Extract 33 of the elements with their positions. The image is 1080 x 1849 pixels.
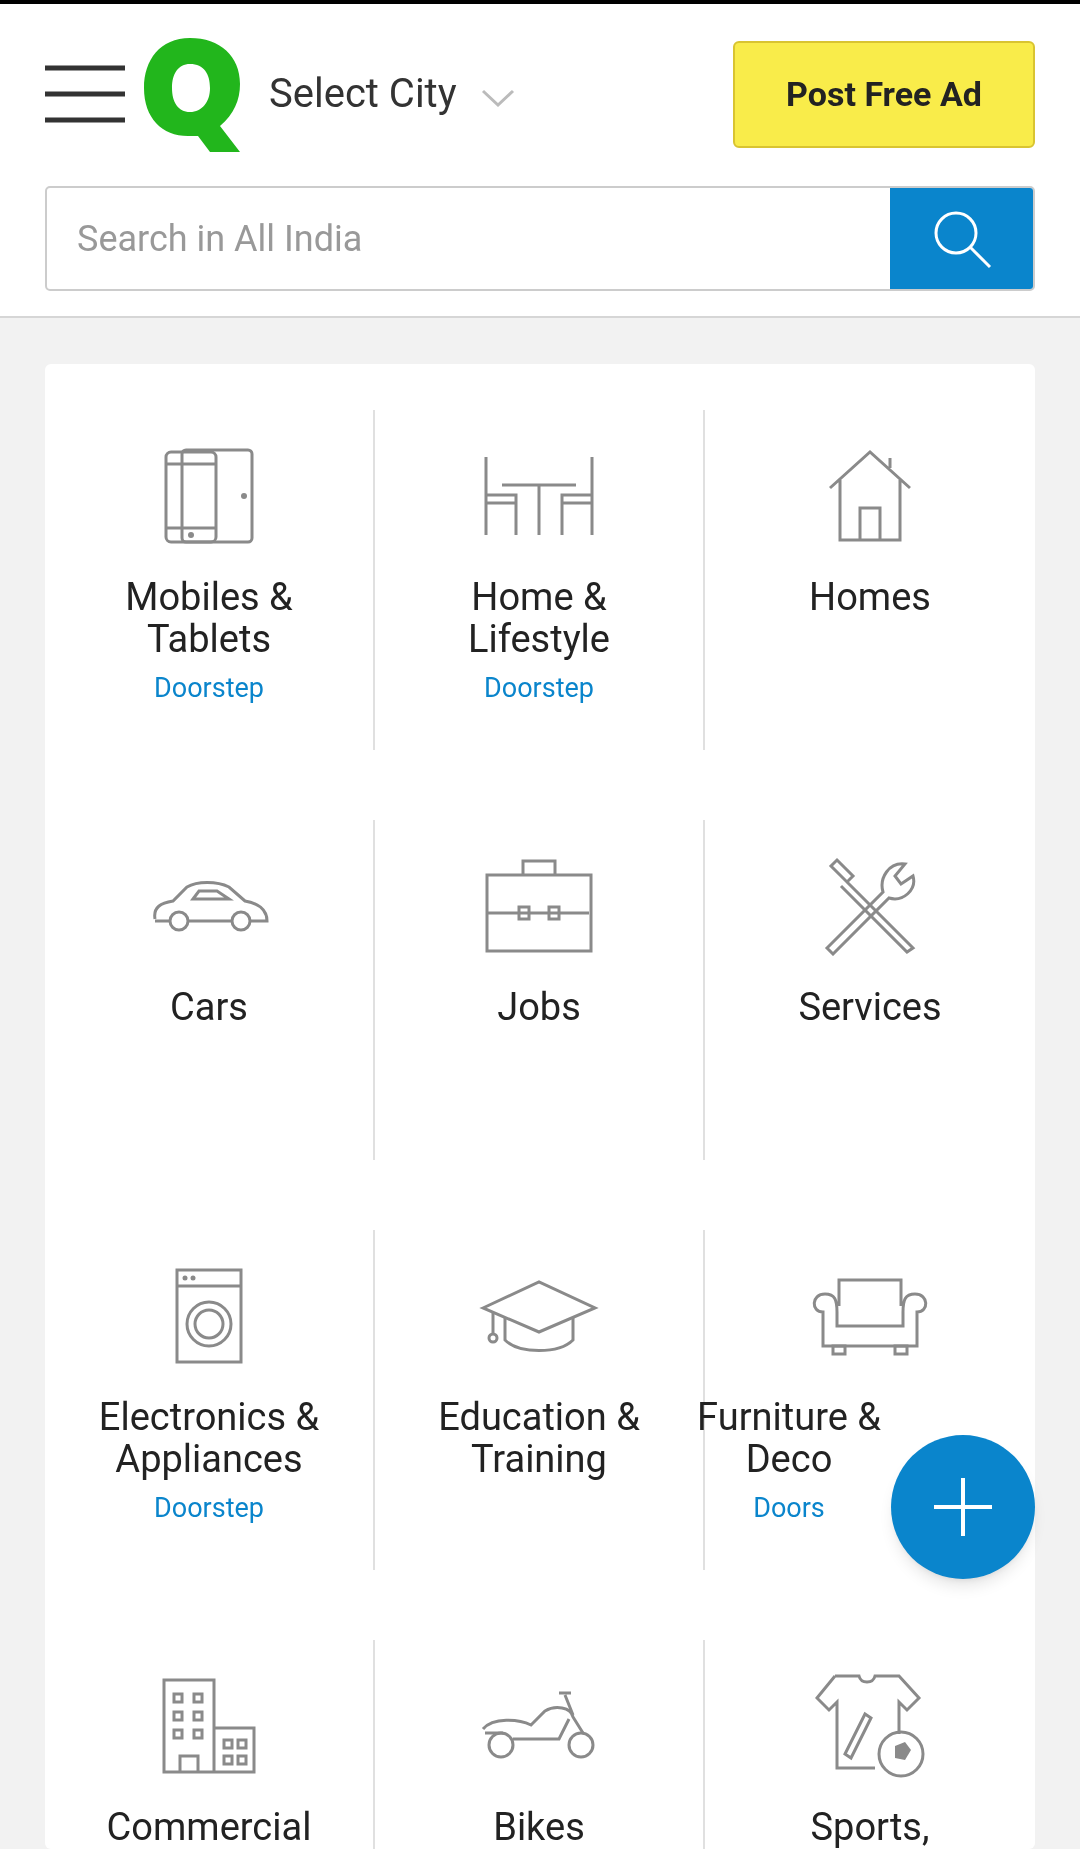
category-title[interactable]: Home & Lifestyle (404, 576, 674, 660)
doorstep-label: Doorstep (154, 1491, 264, 1526)
category-title[interactable]: Cars (74, 986, 344, 1028)
building-icon (162, 1678, 256, 1774)
category-title[interactable]: Bikes (404, 1806, 674, 1848)
doorstep-label: Doors (752, 1491, 826, 1526)
category-title[interactable]: Electronics & Appliances (74, 1396, 344, 1480)
table-chairs-icon (482, 455, 596, 537)
house-icon (826, 448, 914, 544)
category-title[interactable]: Jobs (404, 986, 674, 1028)
phone-tablet-icon (163, 447, 255, 545)
search-button[interactable] (890, 188, 1033, 289)
search-field[interactable]: Search in All India (45, 186, 1035, 291)
plus-icon (934, 1478, 992, 1536)
washing-machine-icon (175, 1268, 243, 1364)
wrench-screwdriver-icon (823, 856, 917, 956)
category-title[interactable]: Furniture & Deco (691, 1396, 887, 1480)
search-input[interactable]: Search in All India (47, 188, 890, 289)
category-title[interactable]: Sports, (735, 1806, 1005, 1848)
doorstep-label: Doorstep (484, 671, 594, 706)
menu-icon[interactable] (45, 65, 125, 123)
category-title[interactable]: Mobiles & Tablets (74, 576, 344, 660)
category-title[interactable]: Services (735, 986, 1005, 1028)
doorstep-label: Doorstep (154, 671, 264, 706)
motorbike-icon (481, 1691, 597, 1761)
post-free-ad-button[interactable]: Post Free Ad (733, 40, 1035, 148)
category-title[interactable]: Commercial (74, 1806, 344, 1848)
city-selector[interactable]: Select City (269, 64, 457, 124)
category-title[interactable]: Homes (735, 576, 1005, 618)
shirt-ball-icon (815, 1674, 925, 1778)
category-title[interactable]: Education & Training (404, 1396, 674, 1480)
graduation-cap-icon (479, 1278, 599, 1354)
briefcase-icon (485, 859, 593, 953)
